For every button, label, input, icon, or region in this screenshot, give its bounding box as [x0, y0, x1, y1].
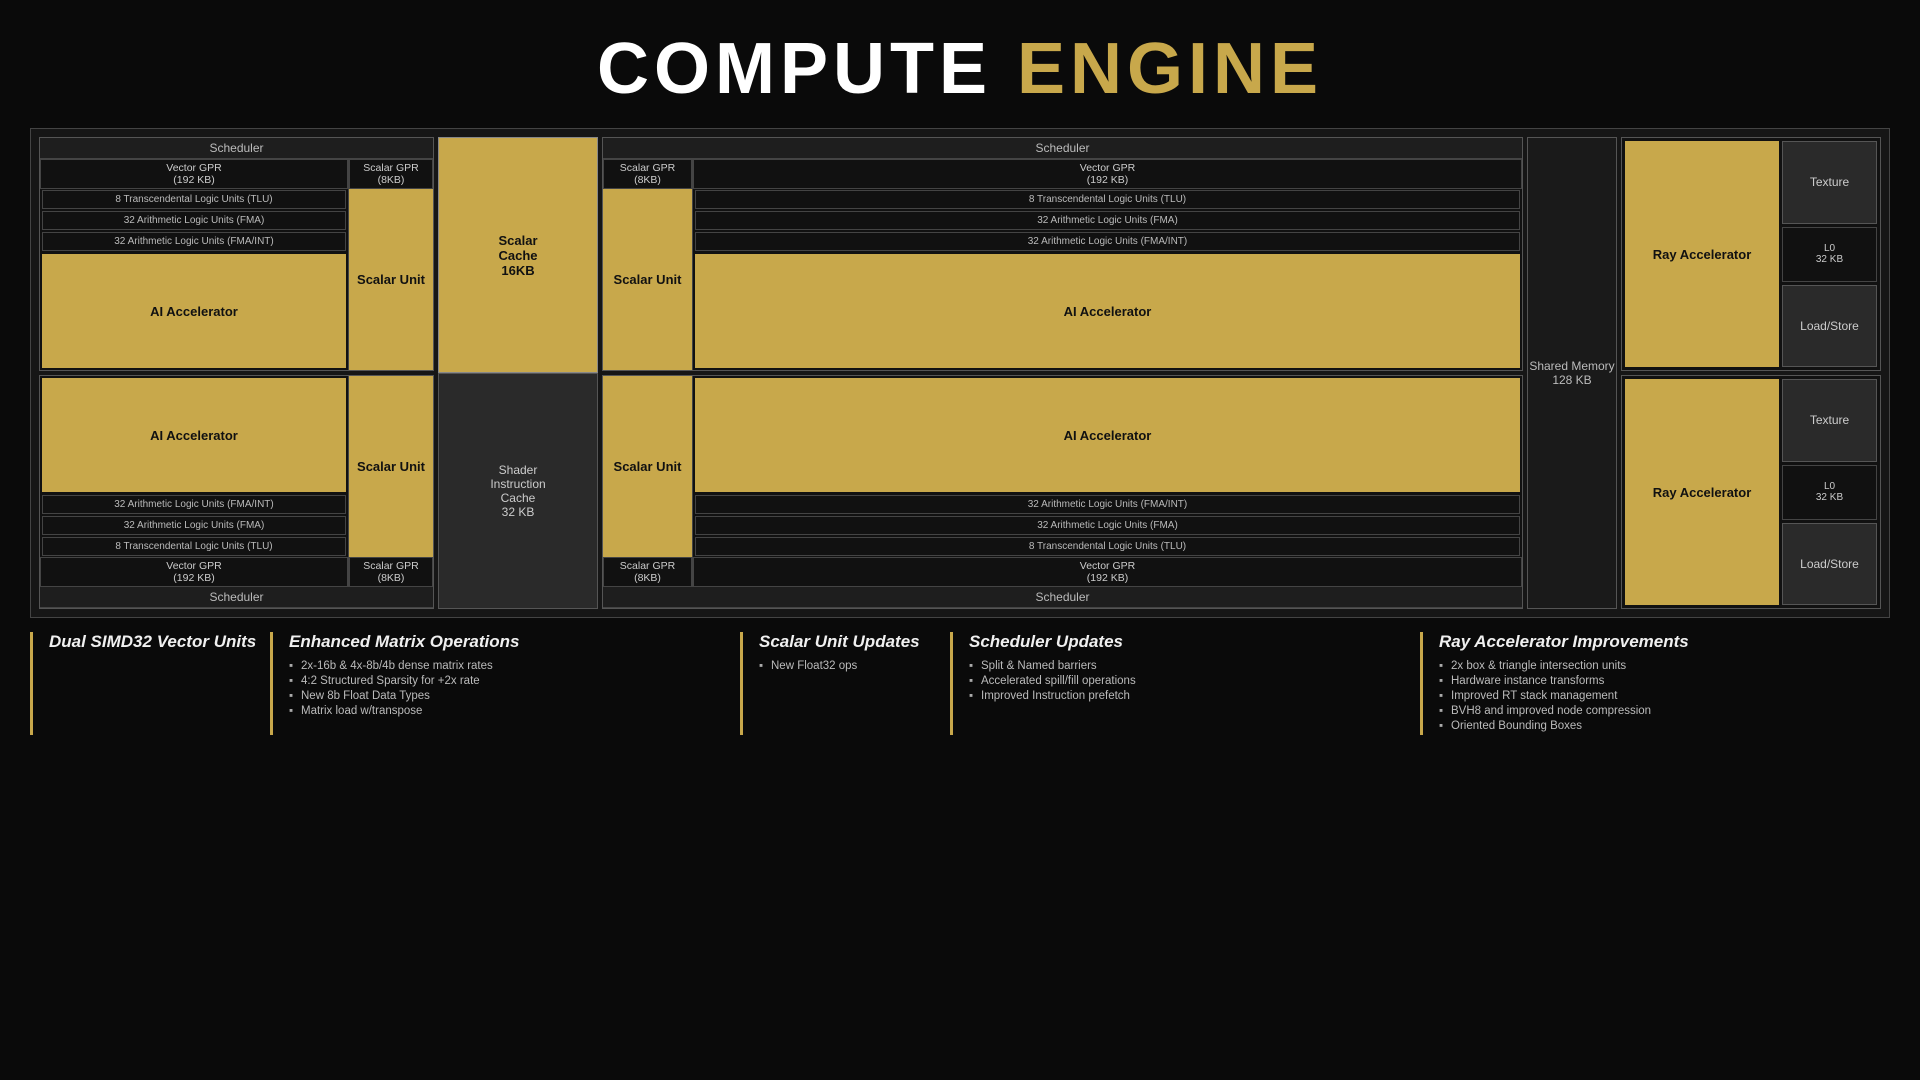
- l0-bottom: L032 KB: [1782, 465, 1877, 520]
- dual-simd-title: Dual SIMD32 Vector Units: [49, 632, 260, 652]
- load-store-top: Load/Store: [1782, 285, 1877, 368]
- page-title: COMPUTE ENGINE: [0, 0, 1920, 128]
- shared-memory: Shared Memory128 KB: [1527, 137, 1617, 609]
- left-simd-section: Scheduler Vector GPR(192 KB) 8 Transcend…: [39, 137, 434, 609]
- diagram-container: Scheduler Vector GPR(192 KB) 8 Transcend…: [30, 128, 1890, 618]
- center-caches: ScalarCache16KB ShaderInstructionCache32…: [438, 137, 598, 609]
- texture-bottom: Texture: [1782, 379, 1877, 462]
- ray-title: Ray Accelerator Improvements: [1439, 632, 1880, 652]
- scalar-gpr-mid-title-top: Scalar GPR(8KB): [603, 159, 692, 189]
- mid-vectors: Scheduler Scalar GPR(8KB) Scalar Unit Ve…: [602, 137, 1523, 609]
- vec-gpr-mid-top: Vector GPR(192 KB) 8 Transcendental Logi…: [693, 159, 1522, 370]
- scalar-gpr-top: Scalar GPR(8KB) Scalar Unit: [348, 159, 433, 370]
- mid-unit-top: Scheduler Scalar GPR(8KB) Scalar Unit Ve…: [602, 137, 1523, 371]
- scheduler-item-2: Accelerated spill/fill operations: [969, 675, 1410, 687]
- scalar-gpr-title-bottom: Scalar GPR(8KB): [349, 557, 433, 587]
- ai-mid-top: AI Accelerator: [695, 254, 1520, 368]
- vector-gpr-mid-title-bottom: Vector GPR(192 KB): [693, 557, 1522, 587]
- vec-gpr-mid-bottom: AI Accelerator 32 Arithmetic Logic Units…: [693, 376, 1522, 587]
- scalar-item-1: New Float32 ops: [759, 660, 940, 672]
- simd-unit-bottom: AI Accelerator 32 Arithmetic Logic Units…: [39, 375, 434, 609]
- fma-bottom: 32 Arithmetic Logic Units (FMA): [42, 516, 346, 535]
- l0-top: L032 KB: [1782, 227, 1877, 282]
- tlu-top: 8 Transcendental Logic Units (TLU): [42, 190, 346, 209]
- scalar-gpr-mid-top: Scalar GPR(8KB) Scalar Unit: [603, 159, 693, 370]
- vector-gpr-top: Vector GPR(192 KB) 8 Transcendental Logi…: [40, 159, 348, 370]
- ray-item-4: BVH8 and improved node compression: [1439, 705, 1880, 717]
- features-section: Dual SIMD32 Vector Units Enhanced Matrix…: [30, 632, 1890, 735]
- simd-unit-top: Scheduler Vector GPR(192 KB) 8 Transcend…: [39, 137, 434, 371]
- scheduler-items: Split & Named barriers Accelerated spill…: [969, 660, 1410, 702]
- tlu-mid-top: 8 Transcendental Logic Units (TLU): [695, 190, 1520, 209]
- tlu-mid-bottom: 8 Transcendental Logic Units (TLU): [695, 537, 1520, 556]
- vector-gpr-bottom: AI Accelerator 32 Arithmetic Logic Units…: [40, 376, 348, 587]
- scalar-unit-mid-top: Scalar Unit: [603, 189, 692, 370]
- matrix-item-2: 4:2 Structured Sparsity for +2x rate: [289, 675, 730, 687]
- ray-unit-top: Ray Accelerator Texture L032 KB Load/Sto…: [1621, 137, 1881, 371]
- scalar-gpr-mid-title-bottom: Scalar GPR(8KB): [603, 557, 692, 587]
- ray-item-5: Oriented Bounding Boxes: [1439, 720, 1880, 732]
- matrix-items: 2x-16b & 4x-8b/4b dense matrix rates 4:2…: [289, 660, 730, 717]
- ray-right-top: Texture L032 KB Load/Store: [1782, 141, 1877, 367]
- ray-accelerator-top: Ray Accelerator: [1625, 141, 1779, 367]
- scalar-cache: ScalarCache16KB: [438, 137, 598, 373]
- scalar-title: Scalar Unit Updates: [759, 632, 940, 652]
- fma-int-top: 32 Arithmetic Logic Units (FMA/INT): [42, 232, 346, 251]
- ai-mid-bottom: AI Accelerator: [695, 378, 1520, 492]
- ray-item-3: Improved RT stack management: [1439, 690, 1880, 702]
- mid-scheduler-top: Scheduler: [603, 138, 1522, 159]
- ray-item-2: Hardware instance transforms: [1439, 675, 1880, 687]
- scalar-items: New Float32 ops: [759, 660, 940, 672]
- ray-group: Ray Accelerator Improvements 2x box & tr…: [1420, 632, 1880, 735]
- shader-cache: ShaderInstructionCache32 KB: [438, 373, 598, 609]
- matrix-item-4: Matrix load w/transpose: [289, 705, 730, 717]
- ray-section: Ray Accelerator Texture L032 KB Load/Sto…: [1621, 137, 1881, 609]
- scalar-unit-top: Scalar Unit: [349, 189, 433, 370]
- scheduler-item-1: Split & Named barriers: [969, 660, 1410, 672]
- matrix-item-3: New 8b Float Data Types: [289, 690, 730, 702]
- load-store-bottom: Load/Store: [1782, 523, 1877, 606]
- ray-unit-bottom: Ray Accelerator Texture L032 KB Load/Sto…: [1621, 375, 1881, 609]
- scheduler-title: Scheduler Updates: [969, 632, 1410, 652]
- fma-top: 32 Arithmetic Logic Units (FMA): [42, 211, 346, 230]
- dual-simd-group: Dual SIMD32 Vector Units: [30, 632, 260, 735]
- scheduler-label-bottom: Scheduler: [40, 587, 433, 608]
- fma-int-bottom: 32 Arithmetic Logic Units (FMA/INT): [42, 495, 346, 514]
- ray-accelerator-bottom: Ray Accelerator: [1625, 379, 1779, 605]
- ray-item-1: 2x box & triangle intersection units: [1439, 660, 1880, 672]
- scalar-gpr-mid-bottom: Scalar Unit Scalar GPR(8KB): [603, 376, 693, 587]
- scalar-gpr-title-top: Scalar GPR(8KB): [349, 159, 433, 189]
- scalar-gpr-bottom: Scalar Unit Scalar GPR(8KB): [348, 376, 433, 587]
- ray-items: 2x box & triangle intersection units Har…: [1439, 660, 1880, 732]
- vector-gpr-mid-title-top: Vector GPR(192 KB): [693, 159, 1522, 189]
- tlu-bottom: 8 Transcendental Logic Units (TLU): [42, 537, 346, 556]
- fma-mid-bottom: 32 Arithmetic Logic Units (FMA): [695, 516, 1520, 535]
- scalar-group: Scalar Unit Updates New Float32 ops: [740, 632, 940, 735]
- texture-top: Texture: [1782, 141, 1877, 224]
- scheduler-group: Scheduler Updates Split & Named barriers…: [950, 632, 1410, 735]
- matrix-group: Enhanced Matrix Operations 2x-16b & 4x-8…: [270, 632, 730, 735]
- ai-accelerator-bottom: AI Accelerator: [42, 378, 346, 492]
- mid-scheduler-bottom: Scheduler: [603, 587, 1522, 608]
- vector-gpr-title-bottom: Vector GPR(192 KB): [40, 557, 348, 587]
- scalar-unit-mid-bottom: Scalar Unit: [603, 376, 692, 557]
- fma-mid-top: 32 Arithmetic Logic Units (FMA): [695, 211, 1520, 230]
- fma-int-mid-bottom: 32 Arithmetic Logic Units (FMA/INT): [695, 495, 1520, 514]
- scheduler-item-3: Improved Instruction prefetch: [969, 690, 1410, 702]
- scalar-unit-bottom: Scalar Unit: [349, 376, 433, 557]
- scheduler-label-top: Scheduler: [40, 138, 433, 159]
- vector-gpr-title-top: Vector GPR(192 KB): [40, 159, 348, 189]
- mid-unit-bottom: Scalar Unit Scalar GPR(8KB) AI Accelerat…: [602, 375, 1523, 609]
- ray-right-bottom: Texture L032 KB Load/Store: [1782, 379, 1877, 605]
- title-compute: COMPUTE: [597, 29, 1017, 109]
- ai-accelerator-top: AI Accelerator: [42, 254, 346, 368]
- matrix-item-1: 2x-16b & 4x-8b/4b dense matrix rates: [289, 660, 730, 672]
- fma-int-mid-top: 32 Arithmetic Logic Units (FMA/INT): [695, 232, 1520, 251]
- title-engine: ENGINE: [1017, 29, 1323, 109]
- matrix-title: Enhanced Matrix Operations: [289, 632, 730, 652]
